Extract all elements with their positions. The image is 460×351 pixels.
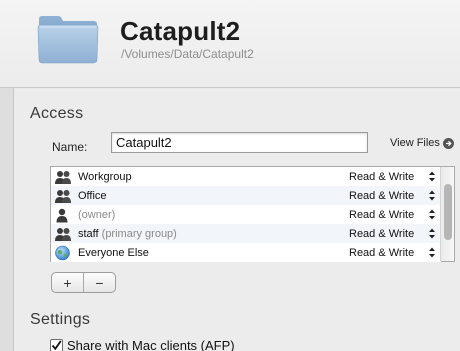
share-name-input[interactable]	[111, 132, 368, 153]
remove-entry-button[interactable]: −	[83, 273, 115, 292]
list-item[interactable]: staff (primary group) Read & Write	[51, 224, 441, 243]
settings-section-title: Settings	[30, 311, 91, 328]
entry-name: Everyone Else	[78, 246, 149, 259]
popup-arrows-icon[interactable]	[429, 209, 435, 220]
access-list: Workgroup Read & Write Office Read & Wri…	[50, 166, 455, 262]
permission-value[interactable]: Read & Write	[349, 228, 414, 240]
share-header: Catapult2 /Volumes/Data/Catapult2	[0, 0, 460, 88]
afp-label: Share with Mac clients (AFP)	[67, 338, 235, 351]
permission-value[interactable]: Read & Write	[349, 190, 414, 202]
list-item[interactable]: (owner) Read & Write	[51, 205, 441, 224]
popup-arrows-icon[interactable]	[429, 247, 435, 258]
entry-note: (owner)	[78, 208, 116, 221]
share-title: Catapult2	[120, 16, 241, 46]
arrow-right-circle-icon	[442, 137, 454, 149]
entry-name: Workgroup	[78, 170, 132, 183]
share-path: /Volumes/Data/Catapult2	[121, 47, 254, 61]
popup-arrows-icon[interactable]	[429, 190, 435, 201]
popup-arrows-icon[interactable]	[429, 228, 435, 239]
list-item[interactable]: Office Read & Write	[51, 186, 441, 205]
list-item[interactable]: Everyone Else Read & Write	[51, 243, 441, 262]
view-files-link[interactable]: View Files	[390, 137, 454, 149]
share-detail-pane: Access Name: View Files Workgroup Read &…	[14, 89, 460, 351]
popup-arrows-icon[interactable]	[429, 171, 435, 182]
afp-checkbox[interactable]	[50, 339, 63, 351]
name-label: Name:	[52, 140, 88, 154]
afp-sharing-option[interactable]: Share with Mac clients (AFP)	[50, 338, 235, 351]
scrollbar-thumb[interactable]	[444, 184, 452, 240]
entry-note: (primary group)	[101, 227, 177, 240]
add-entry-button[interactable]: +	[52, 273, 83, 292]
folder-icon	[37, 16, 99, 64]
globe-icon	[55, 245, 70, 260]
checkmark-icon	[51, 340, 62, 351]
permission-value[interactable]: Read & Write	[349, 209, 414, 221]
list-scrollbar[interactable]	[440, 167, 454, 261]
group-icon	[55, 170, 71, 184]
permission-value[interactable]: Read & Write	[349, 171, 414, 183]
access-section-title: Access	[30, 105, 84, 122]
view-files-label: View Files	[390, 137, 440, 149]
entry-name: staff (primary group)	[78, 227, 177, 240]
group-icon	[55, 189, 71, 203]
entry-name: Office	[78, 189, 107, 202]
list-item[interactable]: Workgroup Read & Write	[51, 167, 441, 186]
user-icon	[56, 208, 68, 222]
add-remove-control: + −	[51, 272, 116, 293]
entry-name: (owner)	[78, 209, 115, 221]
group-icon	[55, 227, 71, 241]
permission-value[interactable]: Read & Write	[349, 247, 414, 259]
